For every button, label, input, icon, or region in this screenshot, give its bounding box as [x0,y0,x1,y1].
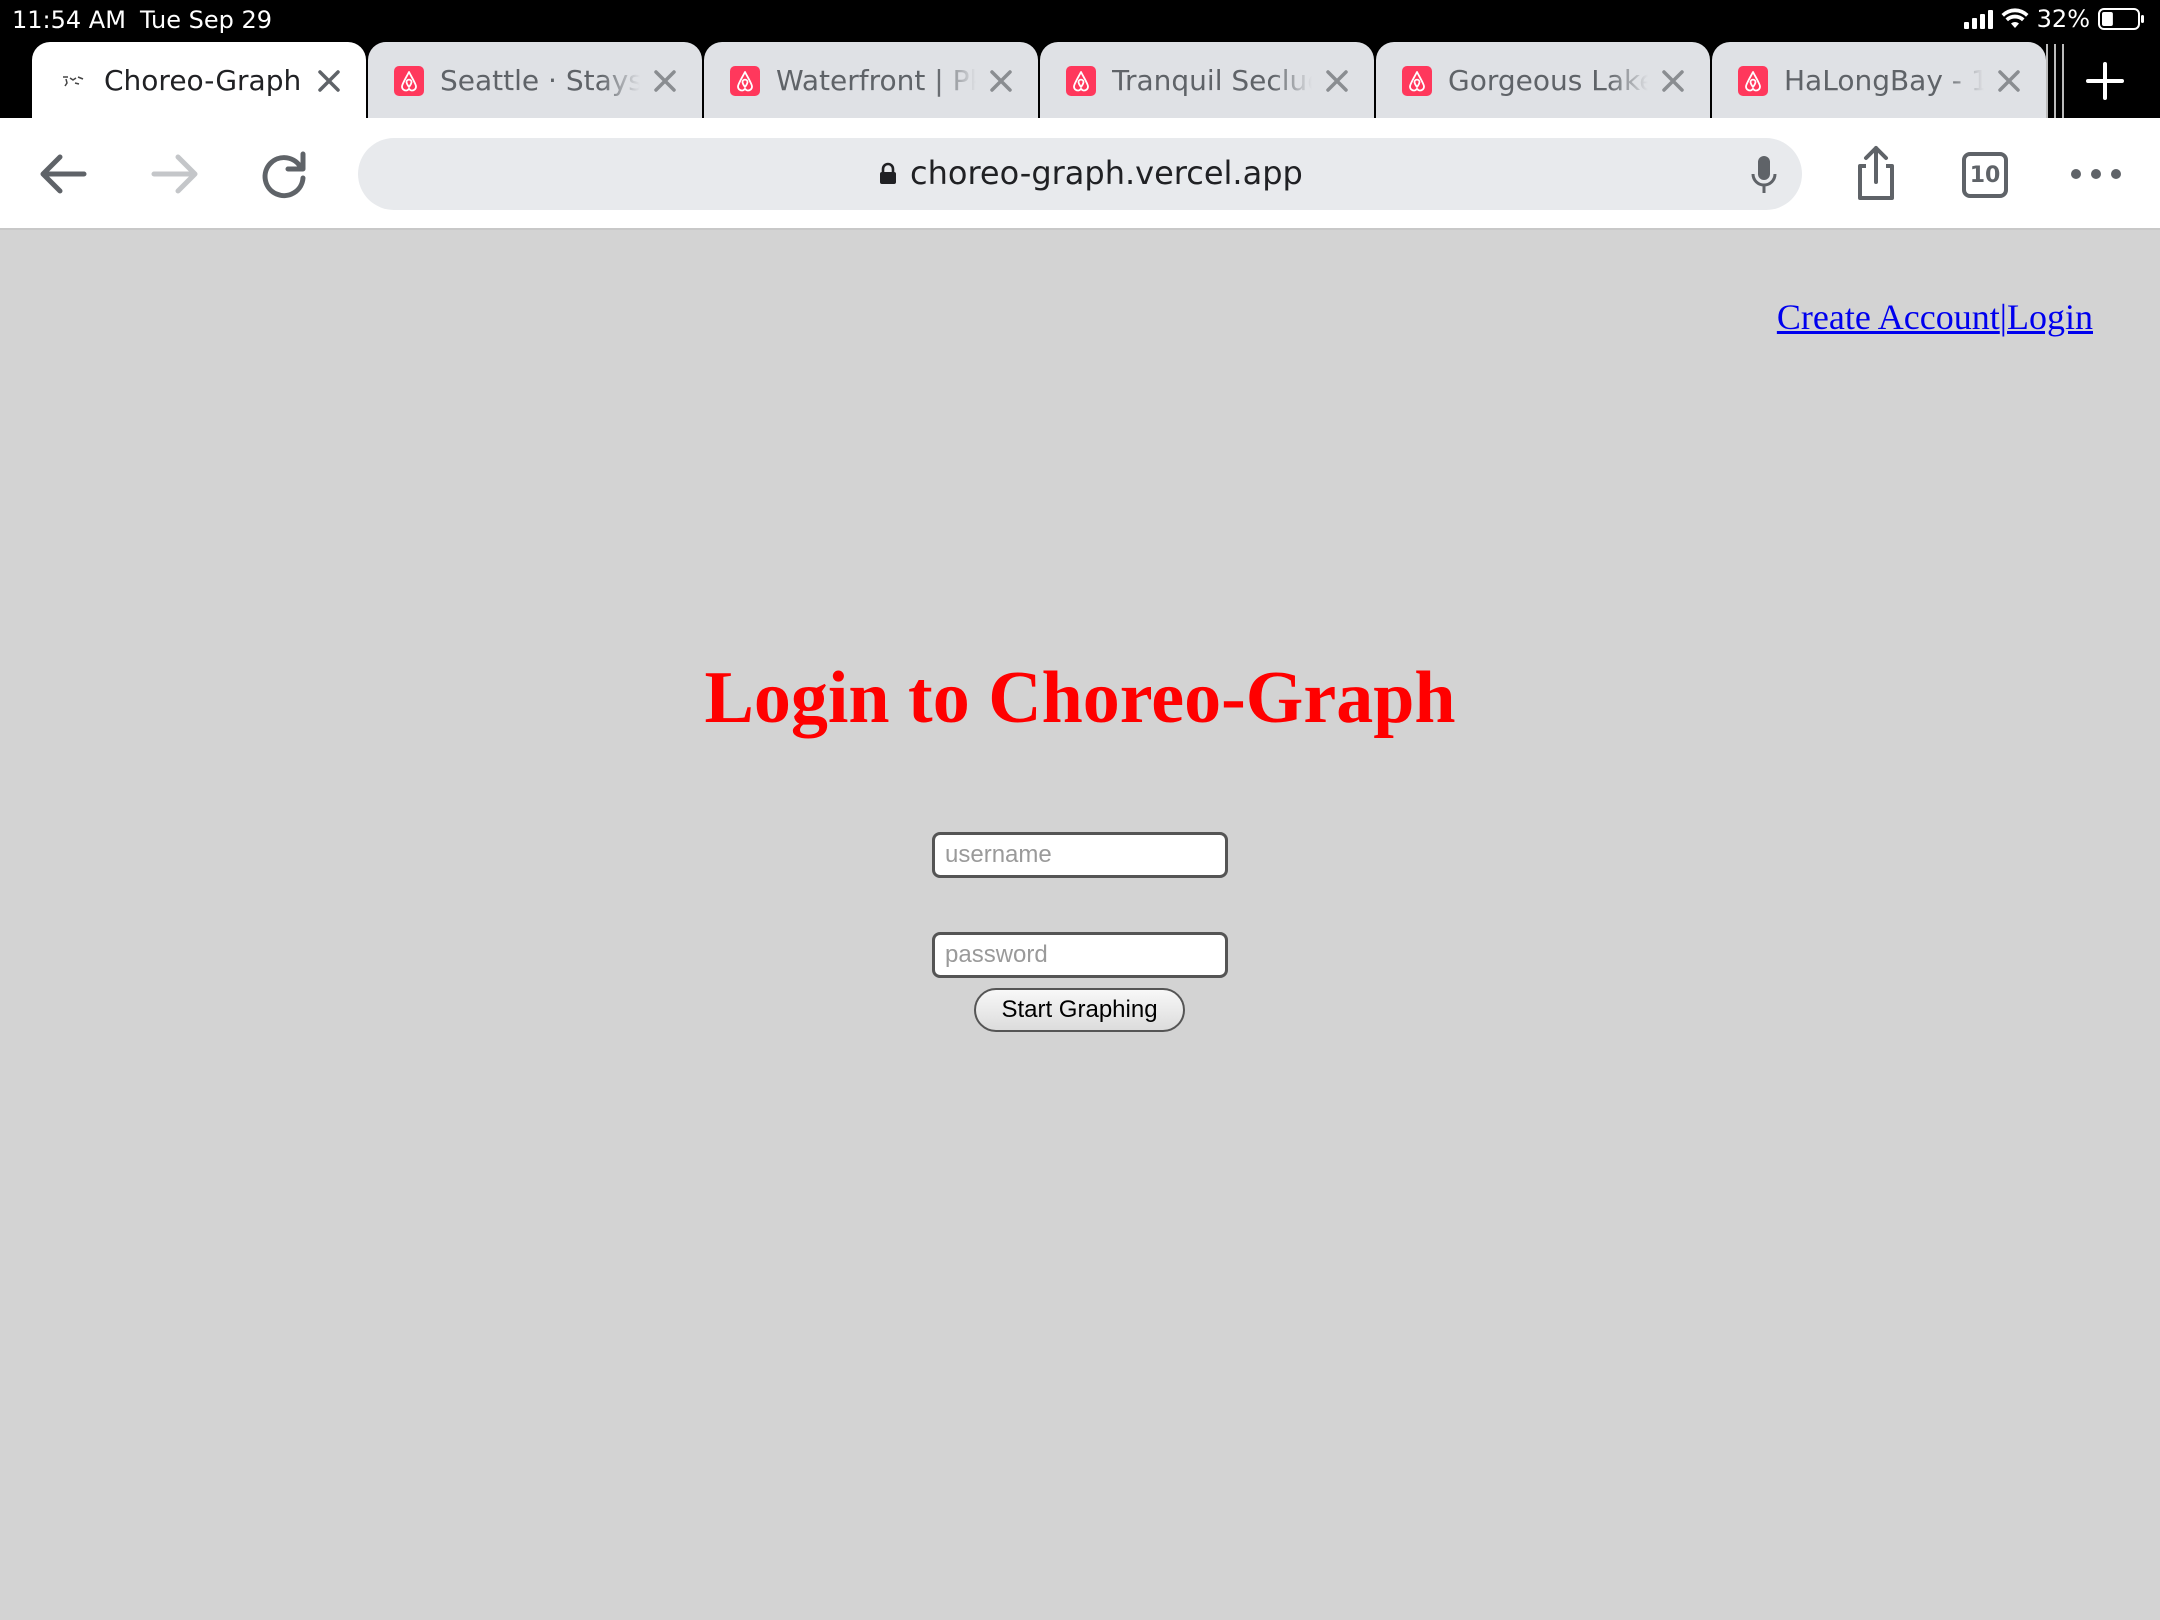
microphone-icon[interactable] [1750,154,1778,196]
airbnb-icon [1738,66,1768,96]
start-graphing-button[interactable]: Start Graphing [974,988,1185,1032]
close-tab-icon[interactable] [314,66,344,96]
tab-title: Gorgeous Lake [1448,64,1648,97]
stacked-tabs-edge [2040,44,2048,118]
tab-seattle-stays[interactable]: Seattle · Stays [368,42,702,118]
tab-title: HaLongBay - 10 [1784,64,1984,97]
tab-title: Seattle · Stays [440,64,640,97]
create-account-link[interactable]: Create Account [1777,297,2000,337]
password-input[interactable] [932,932,1228,978]
airbnb-icon [1066,66,1096,96]
airbnb-icon [1402,66,1432,96]
lock-icon [878,162,898,186]
status-bar: 11:54 AM Tue Sep 29 32% [0,0,2160,40]
tab-strip: Choreo-Graph Seattle · Stays Waterfront … [0,40,2160,118]
tab-title: Waterfront | Pk [776,64,976,97]
tab-switcher-button[interactable]: 10 [1962,152,2008,198]
tab-choreo-graph[interactable]: Choreo-Graph [32,42,366,118]
stacked-tabs-edge [2048,44,2056,118]
stacked-tabs-edge [2056,44,2064,118]
tab-tranquil-secluded[interactable]: Tranquil Seclud [1040,42,1374,118]
forward-button[interactable] [142,142,206,206]
account-links: Create Account|Login [1777,296,2093,338]
share-button[interactable] [1844,142,1908,206]
back-button[interactable] [32,142,96,206]
page-icon [58,66,88,96]
browser-toolbar: choreo-graph.vercel.app 10 [0,118,2160,230]
tab-halongbay[interactable]: HaLongBay - 10 [1712,42,2046,118]
close-tab-icon[interactable] [1658,66,1688,96]
address-bar[interactable]: choreo-graph.vercel.app [358,138,1802,210]
link-separator: | [1999,297,2007,337]
new-tab-button[interactable] [2080,56,2130,106]
tab-title: Tranquil Seclud [1112,64,1312,97]
tab-title: Choreo-Graph [104,64,302,97]
page-content: Create Account|Login Login to Choreo-Gra… [0,232,2160,1620]
cellular-signal-icon [1963,9,1993,29]
wifi-icon [2001,8,2029,30]
page-title: Login to Choreo-Graph [704,657,1456,739]
status-indicators: 32% [1963,5,2146,33]
username-input[interactable] [932,832,1228,878]
close-tab-icon[interactable] [986,66,1016,96]
airbnb-icon [730,66,760,96]
more-menu-icon[interactable] [2064,142,2128,206]
close-tab-icon[interactable] [1994,66,2024,96]
login-link[interactable]: Login [2007,297,2093,337]
status-time: 11:54 AM [12,6,126,34]
battery-icon [2098,8,2146,30]
close-tab-icon[interactable] [650,66,680,96]
tab-waterfront[interactable]: Waterfront | Pk [704,42,1038,118]
url-text: choreo-graph.vercel.app [910,154,1303,192]
close-tab-icon[interactable] [1322,66,1352,96]
tab-gorgeous-lake[interactable]: Gorgeous Lake [1376,42,1710,118]
airbnb-icon [394,66,424,96]
battery-percent: 32% [2036,5,2090,33]
status-date: Tue Sep 29 [140,6,273,34]
reload-button[interactable] [252,142,316,206]
